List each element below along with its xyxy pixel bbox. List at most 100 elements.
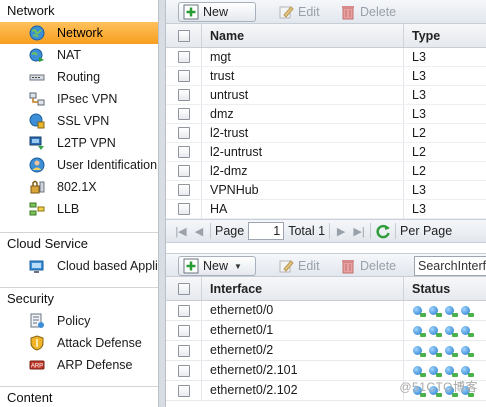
zone-table-row[interactable]: VPNHub L3 (166, 181, 486, 200)
select-all-checkbox-cell (166, 277, 202, 300)
row-checkbox[interactable] (177, 344, 190, 357)
per-page-label: Per Page (400, 224, 453, 238)
edit-label: Edit (298, 5, 320, 19)
edit-interface-button[interactable]: Edit (278, 256, 320, 276)
last-page-icon[interactable]: ▶| (352, 225, 366, 238)
row-checkbox[interactable] (177, 384, 190, 397)
row-checkbox-cell (166, 162, 202, 180)
ssl-globe-icon (29, 113, 45, 129)
zone-type-cell: L3 (412, 201, 426, 216)
section-header-cloud-service[interactable]: Cloud Service (0, 233, 158, 255)
row-checkbox-cell (166, 181, 202, 199)
row-checkbox-cell (166, 48, 202, 66)
zone-name-cell: HA (202, 200, 404, 218)
row-checkbox-cell (166, 105, 202, 123)
sidebar-item-802-1x[interactable]: 802.1X (0, 176, 158, 198)
zone-table-row[interactable]: l2-trust L2 (166, 124, 486, 143)
load-balance-icon (29, 201, 45, 217)
prev-page-icon[interactable]: ◀ (192, 225, 206, 238)
pager-divider (370, 223, 372, 239)
row-checkbox[interactable] (177, 70, 190, 82)
interface-table-row[interactable]: ethernet0/0 (166, 301, 486, 321)
sidebar-item-ipsec-vpn[interactable]: IPsec VPN (0, 88, 158, 110)
sidebar-item-ssl-vpn[interactable]: SSL VPN (0, 110, 158, 132)
interface-toolbar: New ▼ Edit Delete SearchInterface (166, 253, 486, 277)
interface-table-row[interactable]: ethernet0/2 (166, 341, 486, 361)
sidebar-item-attack-defense[interactable]: Attack Defense (0, 332, 158, 354)
new-zone-button[interactable]: New (178, 2, 256, 22)
zone-name-cell: VPNHub (202, 181, 404, 199)
link-status-icon (460, 325, 474, 337)
panel-splitter[interactable] (158, 0, 166, 407)
delete-interface-button[interactable]: Delete (340, 256, 396, 276)
search-interface-input[interactable]: SearchInterface (414, 256, 486, 276)
zone-table-row[interactable]: mgt L3 (166, 48, 486, 67)
zone-name-cell: l2-dmz (202, 162, 404, 180)
new-interface-dropdown-button[interactable]: New ▼ (178, 256, 256, 276)
zone-table-row[interactable]: HA L3 (166, 200, 486, 219)
column-header-status[interactable]: Status (404, 277, 486, 300)
select-all-checkbox[interactable] (177, 29, 190, 42)
page-number-input[interactable]: 1 (248, 222, 285, 240)
new-label: New (203, 5, 229, 19)
sidebar-item-routing[interactable]: Routing (0, 66, 158, 88)
section-header-security[interactable]: Security (0, 288, 158, 310)
edit-icon (278, 4, 294, 20)
select-all-checkbox[interactable] (177, 282, 190, 295)
refresh-icon[interactable] (375, 223, 391, 239)
sidebar-item-label: NAT (57, 48, 82, 62)
zone-table-row[interactable]: dmz L3 (166, 105, 486, 124)
sidebar-item-cloud-based-application[interactable]: Cloud based Application (0, 255, 158, 277)
first-page-icon[interactable]: |◀ (174, 225, 188, 238)
add-icon (183, 258, 199, 274)
trash-icon (340, 258, 356, 274)
arp-icon: ARP (29, 357, 45, 373)
globe-arrow-icon (29, 47, 45, 63)
interface-name-cell: ethernet0/0 (202, 301, 404, 320)
section-header-network[interactable]: Network (0, 0, 158, 22)
link-status-icon (412, 305, 426, 317)
row-checkbox[interactable] (177, 51, 190, 63)
row-checkbox[interactable] (177, 108, 190, 120)
link-status-icon (460, 365, 474, 377)
zone-table-row[interactable]: l2-dmz L2 (166, 162, 486, 181)
zone-table-row[interactable]: l2-untrust L2 (166, 143, 486, 162)
column-header-type[interactable]: Type (404, 24, 486, 47)
sidebar-item-network[interactable]: Network (0, 22, 158, 44)
row-checkbox-cell (166, 124, 202, 142)
row-checkbox[interactable] (177, 146, 190, 158)
interface-status-cell (404, 305, 486, 317)
zone-table-row[interactable]: untrust L3 (166, 86, 486, 105)
row-checkbox[interactable] (177, 165, 190, 177)
zone-table-row[interactable]: trust L3 (166, 67, 486, 86)
row-checkbox[interactable] (177, 203, 190, 215)
sidebar-item-llb[interactable]: LLB (0, 198, 158, 220)
delete-label: Delete (360, 259, 397, 273)
zone-name-cell: mgt (202, 48, 404, 66)
pager-divider (395, 223, 397, 239)
delete-zone-button[interactable]: Delete (340, 2, 396, 22)
row-checkbox-cell (166, 143, 202, 161)
sidebar-item-policy[interactable]: Policy (0, 310, 158, 332)
column-header-interface[interactable]: Interface (202, 277, 404, 300)
column-header-name[interactable]: Name (202, 24, 404, 47)
row-checkbox[interactable] (177, 364, 190, 377)
zone-type-cell: L3 (412, 87, 426, 102)
interface-table-row[interactable]: ethernet0/1 (166, 321, 486, 341)
row-checkbox[interactable] (177, 127, 190, 139)
interface-name-cell: ethernet0/2.101 (202, 361, 404, 380)
globe-icon (29, 25, 45, 41)
next-page-icon[interactable]: ▶ (334, 225, 348, 238)
sidebar-item-l2tp-vpn[interactable]: L2TP VPN (0, 132, 158, 154)
sidebar-item-nat[interactable]: NAT (0, 44, 158, 66)
sidebar-item-label: Routing (57, 70, 101, 84)
sidebar-item-arp-defense[interactable]: ARP ARP Defense (0, 354, 158, 376)
sidebar-item-user-identification[interactable]: User Identification (0, 154, 158, 176)
row-checkbox[interactable] (177, 184, 190, 196)
section-header-content[interactable]: Content (0, 387, 158, 407)
edit-zone-button[interactable]: Edit (278, 2, 320, 22)
row-checkbox[interactable] (177, 89, 190, 101)
row-checkbox[interactable] (177, 304, 190, 317)
row-checkbox[interactable] (177, 324, 190, 337)
interface-status-cell (404, 325, 486, 337)
